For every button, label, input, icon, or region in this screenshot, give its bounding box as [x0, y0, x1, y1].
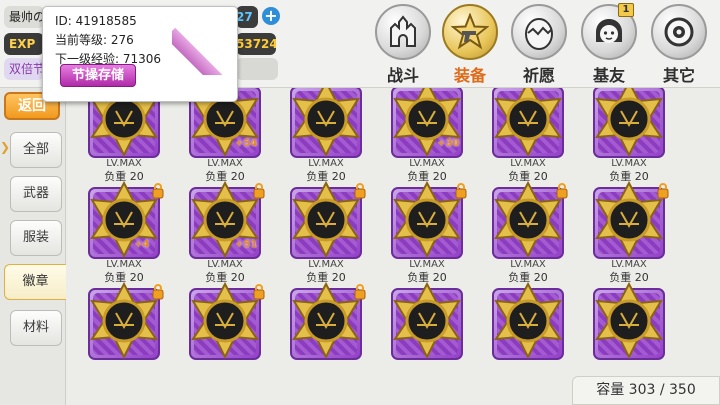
badge-item[interactable]: LV.MAX 负重 20	[387, 180, 467, 285]
ribbon-decoration: ✿	[172, 5, 242, 75]
category-badges[interactable]: 徽章	[4, 264, 66, 300]
badge-item[interactable]: +51 LV.MAX 负重 20	[185, 180, 265, 285]
badge-item[interactable]: +4 LV.MAX 负重 20	[84, 180, 164, 285]
tab-label: 战斗	[386, 66, 419, 85]
badge-star-icon	[90, 180, 158, 258]
capacity-label: 容量 303 / 350	[572, 376, 720, 405]
badge-item[interactable]: LV.MAX 负重 20	[488, 180, 568, 285]
tab-label: 祈愿	[522, 66, 555, 85]
star-gun-icon	[451, 13, 489, 50]
badge-star-icon	[393, 281, 461, 359]
category-all[interactable]: 全部	[10, 132, 62, 168]
exp-bar-end	[236, 58, 278, 80]
badge-star-icon	[595, 281, 663, 359]
tab-battle[interactable]: 战斗	[372, 4, 434, 86]
badge-star-icon	[292, 281, 360, 359]
badge-item[interactable]	[387, 281, 467, 386]
badge-item[interactable]	[286, 281, 366, 386]
lock-icon[interactable]	[455, 183, 467, 199]
lock-icon[interactable]	[152, 284, 164, 300]
castle-icon	[390, 15, 416, 47]
category-weapons[interactable]: 武器	[10, 176, 62, 212]
badge-star-icon	[595, 88, 663, 157]
badge-star-icon	[292, 88, 360, 157]
category-clothing[interactable]: 服装	[10, 220, 62, 256]
badge-item[interactable]: LV.MAX 负重 20	[589, 180, 669, 285]
badge-star-icon	[494, 281, 562, 359]
friend-face-icon	[596, 19, 622, 43]
badge-item[interactable]: LV.MAX 负重 20	[589, 88, 669, 184]
badge-star-icon	[191, 281, 259, 359]
tab-wish[interactable]: 祈愿	[508, 4, 570, 86]
item-level: LV.MAX	[611, 158, 647, 169]
currency-gold: 53724	[236, 33, 276, 55]
tab-friends[interactable]: 基友 1	[578, 3, 640, 86]
badge-item[interactable]	[84, 281, 164, 386]
lock-icon[interactable]	[354, 284, 366, 300]
lock-icon[interactable]	[657, 183, 669, 199]
item-level: LV.MAX	[207, 158, 243, 169]
lock-icon[interactable]	[354, 183, 366, 199]
item-level: LV.MAX	[308, 158, 344, 169]
lock-icon[interactable]	[556, 183, 568, 199]
flower-icon: ✿	[208, 21, 230, 43]
item-level: LV.MAX	[409, 259, 445, 270]
item-grid: LV.MAX 负重 20 +54 LV.MAX 负重 20 LV.MAX 负重 20 +30 L…	[68, 88, 720, 405]
enhance-level: +4	[134, 239, 150, 250]
category-materials[interactable]: 材料	[10, 310, 62, 346]
badge-item[interactable]: LV.MAX 负重 20	[286, 88, 366, 184]
double-exp-label: 双倍节	[4, 58, 44, 80]
tab-equipment[interactable]: 装备	[439, 4, 501, 86]
player-name: 最帅の	[4, 6, 44, 28]
badge-item[interactable]	[488, 281, 568, 386]
exp-label: EXP	[4, 33, 44, 55]
badge-star-icon	[292, 180, 360, 258]
tab-other[interactable]: 其它	[648, 4, 710, 86]
chevron-right-icon: ❯	[0, 140, 11, 154]
enhance-level: +54	[235, 138, 258, 149]
badge-star-icon	[494, 180, 562, 258]
lock-icon[interactable]	[253, 183, 265, 199]
add-currency-icon[interactable]: +	[262, 7, 280, 25]
egg-icon	[525, 18, 553, 50]
badge-item[interactable]	[589, 281, 669, 386]
item-level: LV.MAX	[308, 259, 344, 270]
enhance-level: +30	[437, 138, 460, 149]
item-level: LV.MAX	[409, 158, 445, 169]
item-level: LV.MAX	[106, 259, 142, 270]
badge-item[interactable]: LV.MAX 负重 20	[286, 180, 366, 285]
enhance-level: +51	[235, 239, 258, 250]
item-level: LV.MAX	[207, 259, 243, 270]
badge-item[interactable]: +30 LV.MAX 负重 20	[387, 88, 467, 184]
item-level: LV.MAX	[510, 158, 546, 169]
item-level: LV.MAX	[510, 259, 546, 270]
badge-item[interactable]: LV.MAX 负重 20	[488, 88, 568, 184]
item-level: LV.MAX	[106, 158, 142, 169]
tab-label: 基友	[592, 66, 625, 85]
badge-item[interactable]: LV.MAX 负重 20	[84, 88, 164, 184]
badge-star-icon	[595, 180, 663, 258]
lock-icon[interactable]	[253, 284, 265, 300]
badge-item[interactable]: +54 LV.MAX 负重 20	[185, 88, 265, 184]
tab-label: 装备	[453, 66, 486, 85]
item-level: LV.MAX	[611, 259, 647, 270]
gear-dial-icon	[664, 17, 694, 47]
notification-badge: 1	[618, 3, 634, 17]
badge-item[interactable]	[185, 281, 265, 386]
badge-star-icon	[393, 180, 461, 258]
badge-star-icon	[90, 281, 158, 359]
lock-icon[interactable]	[152, 183, 164, 199]
tab-label: 其它	[662, 66, 695, 85]
badge-star-icon	[494, 88, 562, 157]
save-button[interactable]: 节操存储	[60, 64, 136, 87]
